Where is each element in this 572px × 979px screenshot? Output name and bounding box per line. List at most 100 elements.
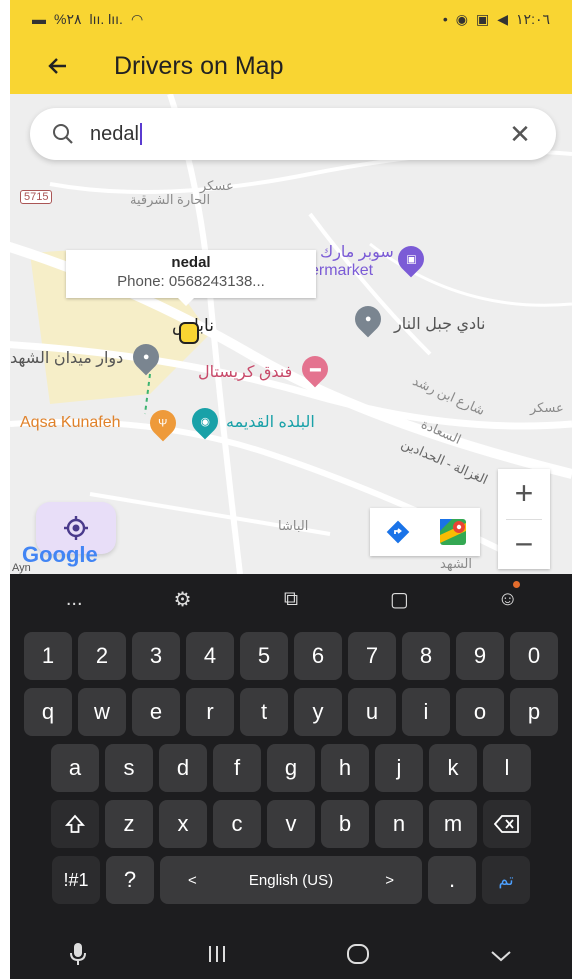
backspace-key[interactable]	[483, 800, 531, 848]
key-h[interactable]: h	[321, 744, 369, 792]
key-v[interactable]: v	[267, 800, 315, 848]
key-5[interactable]: 5	[240, 632, 288, 680]
battery-text: %٢٨	[54, 10, 82, 27]
info-window-tail	[178, 298, 194, 306]
shift-icon	[64, 814, 86, 833]
driver-phone: Phone: 0568243138...	[117, 273, 265, 290]
key-s[interactable]: s	[105, 744, 153, 792]
location-arrow-icon: ◀	[497, 10, 509, 27]
home-icon	[347, 943, 370, 964]
key-3[interactable]: 3	[132, 632, 180, 680]
recent-apps-icon	[208, 945, 225, 962]
key-m[interactable]: m	[429, 800, 477, 848]
key-j[interactable]: j	[375, 744, 423, 792]
clipboard-icon[interactable]: ▢	[377, 579, 421, 619]
key-9[interactable]: 9	[456, 632, 504, 680]
system-nav-bar	[10, 934, 572, 979]
keyboard-bottom-row: !#1 ? < English (US) > . تم	[10, 856, 572, 904]
key-t[interactable]: t	[240, 688, 288, 736]
key-y[interactable]: y	[294, 688, 342, 736]
back-button[interactable]	[38, 46, 78, 86]
map-label-basha: الباشا	[278, 518, 309, 533]
open-in-maps-button[interactable]	[425, 508, 480, 556]
crosshair-icon	[64, 516, 88, 540]
wifi-icon: ◠	[130, 10, 144, 27]
done-key[interactable]: تم	[482, 856, 530, 904]
taxi-marker-icon[interactable]	[179, 322, 199, 344]
shift-key[interactable]	[51, 800, 99, 848]
status-bar: ▬ %٢٨ lıı. lıı. ◠ • ◉ ▣ ◀ ١٢:٠٦	[10, 0, 572, 38]
question-key[interactable]: ?	[106, 856, 154, 904]
map-label-askar-right: عسكر	[530, 400, 564, 415]
recent-apps-button[interactable]	[206, 944, 228, 970]
emoji-icon[interactable]: ☺	[486, 579, 530, 619]
settings-gear-icon[interactable]: ⚙	[161, 579, 205, 619]
space-left-arrow: <	[188, 871, 197, 889]
key-8[interactable]: 8	[402, 632, 450, 680]
map-label-askar-top: عسكر	[200, 178, 234, 193]
page-title: Drivers on Map	[114, 51, 284, 80]
key-a[interactable]: a	[51, 744, 99, 792]
key-o[interactable]: o	[456, 688, 504, 736]
home-button[interactable]	[346, 943, 370, 971]
search-value: nedal	[90, 122, 139, 145]
notification-dot-icon: •	[442, 11, 448, 27]
search-input[interactable]: nedal	[90, 123, 504, 146]
key-6[interactable]: 6	[294, 632, 342, 680]
key-w[interactable]: w	[78, 688, 126, 736]
key-k[interactable]: k	[429, 744, 477, 792]
key-l[interactable]: l	[483, 744, 531, 792]
key-z[interactable]: z	[105, 800, 153, 848]
chevron-down-icon	[491, 950, 511, 961]
search-icon	[53, 124, 73, 144]
hide-keyboard-button[interactable]	[489, 944, 513, 970]
key-g[interactable]: g	[267, 744, 315, 792]
key-f[interactable]: f	[213, 744, 261, 792]
messenger-icon: ◉	[455, 10, 469, 27]
period-key[interactable]: .	[428, 856, 476, 904]
map-label-shuhada: الشهد	[440, 556, 472, 571]
map-view[interactable]: nedal ✕ 5715 الحارة الشرقية عسكر سوبر ما…	[10, 94, 572, 574]
key-i[interactable]: i	[402, 688, 450, 736]
key-4[interactable]: 4	[186, 632, 234, 680]
key-0[interactable]: 0	[510, 632, 558, 680]
space-bar[interactable]: < English (US) >	[160, 856, 422, 904]
key-e[interactable]: e	[132, 688, 180, 736]
key-c[interactable]: c	[213, 800, 261, 848]
symbols-key[interactable]: !#1	[52, 856, 100, 904]
soft-keyboard: ... ⚙ ⧉ ▢ ☺ 1 2 3 4 5 6 7 8 9 0 q w e r …	[10, 574, 572, 934]
key-1[interactable]: 1	[24, 632, 72, 680]
calendar-icon: ▣	[476, 10, 490, 27]
more-options-button[interactable]: ...	[52, 579, 96, 619]
keyboard-row-2: a s d f g h j k l	[10, 744, 572, 792]
mic-glyph	[70, 942, 87, 965]
space-right-arrow: >	[385, 871, 394, 889]
text-caret	[139, 123, 142, 146]
key-n[interactable]: n	[375, 800, 423, 848]
zoom-in-button[interactable]: +	[498, 469, 550, 519]
driver-info-window[interactable]: nedal Phone: 0568243138...	[66, 250, 316, 306]
translate-icon[interactable]: ⧉	[269, 579, 313, 619]
keyboard-row-1: q w e r t y u i o p	[10, 688, 572, 736]
driver-name: nedal	[171, 254, 211, 271]
map-label-aqsa-kunafeh: Aqsa Kunafeh	[20, 414, 121, 431]
key-2[interactable]: 2	[78, 632, 126, 680]
key-7[interactable]: 7	[348, 632, 396, 680]
key-u[interactable]: u	[348, 688, 396, 736]
directions-button[interactable]	[370, 508, 425, 556]
search-bar[interactable]: nedal ✕	[30, 108, 556, 160]
zoom-out-button[interactable]: −	[498, 520, 550, 570]
map-label-old-town: البلده القديمه	[226, 414, 315, 431]
key-x[interactable]: x	[159, 800, 207, 848]
key-r[interactable]: r	[186, 688, 234, 736]
key-p[interactable]: p	[510, 688, 558, 736]
google-maps-icon	[439, 519, 466, 545]
backspace-icon	[494, 815, 519, 833]
map-label-hara-sharqia: الحارة الشرقية	[130, 192, 211, 207]
emoji-notification-badge	[512, 581, 520, 588]
microphone-icon[interactable]	[69, 942, 87, 972]
key-d[interactable]: d	[159, 744, 207, 792]
key-b[interactable]: b	[321, 800, 369, 848]
key-q[interactable]: q	[24, 688, 72, 736]
clear-search-button[interactable]: ✕	[504, 119, 536, 150]
